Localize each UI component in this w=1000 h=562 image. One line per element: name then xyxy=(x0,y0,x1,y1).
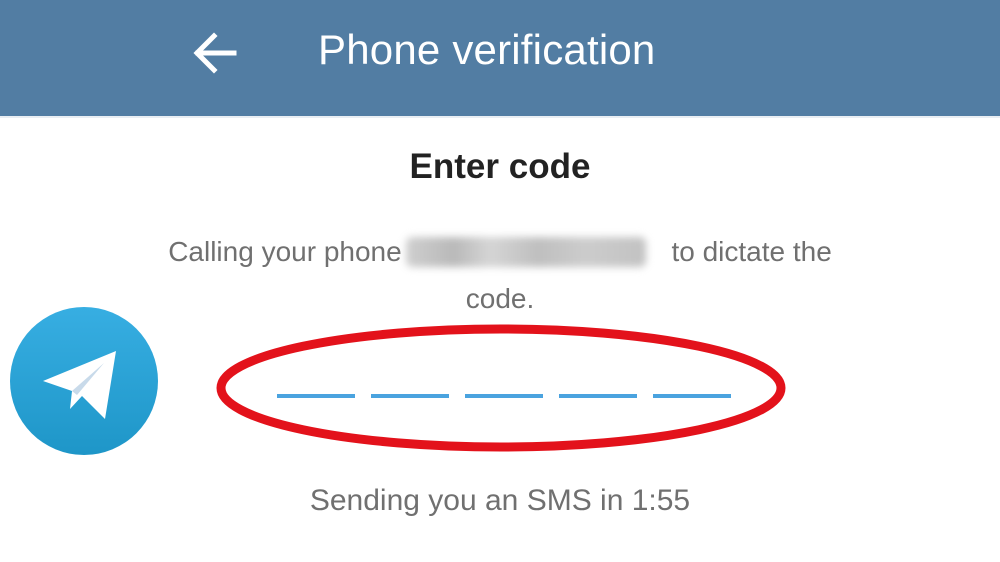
call-description: Calling your phone to dictate the xyxy=(0,236,1000,268)
red-ellipse-highlight xyxy=(216,324,786,452)
code-digit-4[interactable] xyxy=(559,394,637,398)
divider xyxy=(0,116,1000,118)
app-bar-title: Phone verification xyxy=(318,26,656,73)
code-digit-5[interactable] xyxy=(653,394,731,398)
code-digit-1[interactable] xyxy=(277,394,355,398)
sms-timer: Sending you an SMS in 1:55 xyxy=(309,484,691,517)
telegram-logo-icon xyxy=(10,307,158,455)
description-suffix: to dictate the xyxy=(663,236,832,267)
code-digit-3[interactable] xyxy=(465,394,543,398)
code-digit-2[interactable] xyxy=(371,394,449,398)
page-heading: Enter code xyxy=(409,147,591,186)
description-prefix: Calling your phone xyxy=(168,236,402,267)
app-bar: Phone verification xyxy=(0,0,1000,118)
redacted-phone-number xyxy=(405,237,646,267)
back-button[interactable] xyxy=(190,30,240,76)
code-input-area xyxy=(215,322,787,454)
arrow-left-icon xyxy=(193,32,237,74)
